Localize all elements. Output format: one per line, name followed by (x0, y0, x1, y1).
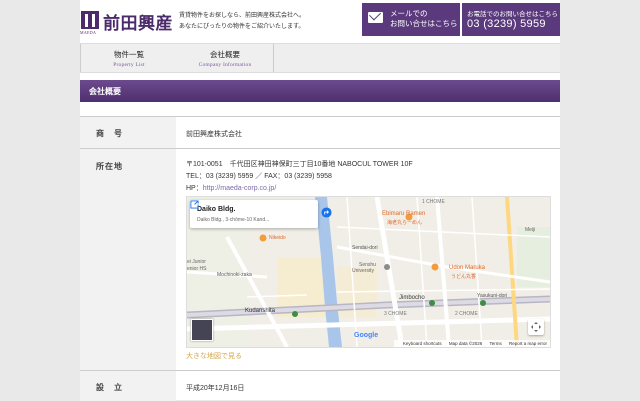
tagline-line-1: 賃貸物件をお探しなら、前田興産株式会社へ。 (179, 13, 306, 19)
site-logo[interactable]: MAEDA 前田興産 (80, 8, 173, 35)
map-label-junior: ei Junior (187, 259, 206, 265)
info-row-name: 商 号 前田興産株式会社 (80, 116, 560, 149)
map-label-sendai: Sendai-dori (352, 245, 378, 251)
map-label-junior-2: enior HS (187, 266, 207, 272)
nav-item-property-list[interactable]: 物件一覧 Property List (80, 44, 178, 72)
nav-label-en: Property List (113, 62, 145, 68)
map-footer-keyboard[interactable]: Keyboard shortcuts (403, 341, 442, 346)
move-arrows-icon (531, 322, 541, 332)
google-logo: Google (354, 332, 378, 339)
nav-label-jp: 物件一覧 (114, 50, 144, 59)
company-name-value: 前田興産株式会社 (186, 131, 242, 138)
map-label-kudanshita: Kudanshita (245, 308, 276, 314)
map-label-udon-jp: うどん丸香 (451, 274, 477, 280)
larger-map-link[interactable]: 大きな地図で見る (186, 351, 242, 361)
info-row-established: 設 立 平成20年12月16日 (80, 370, 560, 401)
main-nav: 物件一覧 Property List 会社概要 Company Informat… (80, 43, 560, 73)
map-label-meiji: Meiji (525, 227, 536, 233)
map-label-2-chome: 2 CHOME (455, 311, 478, 317)
map-label-3-chome: 3 CHOME (384, 311, 407, 317)
tagline: 賃貸物件をお探しなら、前田興産株式会社へ。 あなたにぴったりの物件をご紹介いたし… (179, 11, 305, 33)
mail-line-2: お問い合せはこちら (390, 19, 458, 28)
google-logo-text: Google (354, 332, 379, 339)
logo-subtext: MAEDA (80, 30, 97, 35)
map-footer-data: Map data ©2026 (448, 341, 483, 346)
row-label-cell: 所在地 (80, 149, 176, 371)
mail-contact-button[interactable]: メールでの お問い合せはこちら (362, 3, 460, 36)
nav-label-jp: 会社概要 (210, 50, 240, 59)
section-title-bar: 会社概要 (80, 80, 560, 102)
map-footer-report[interactable]: Report a map error (509, 341, 547, 346)
map-label-nikeido: Nikeido (269, 235, 286, 241)
tel-contact-box: お電話でのお問い合せはこちら 03 (3239) 5959 (462, 3, 560, 36)
place-card-address: Daiko Bldg., 3-chōme-10 Kand... (197, 217, 270, 223)
place-card-title: Daiko Bldg. (197, 206, 236, 213)
map-label-1-chome: 1 CHOME (422, 199, 445, 205)
tagline-line-2: あなたにぴったりの物件をご紹介いたします。 (179, 24, 305, 30)
row-label-name: 商 号 (96, 129, 123, 138)
mail-contact-label: メールでの お問い合せはこちら (390, 9, 458, 29)
map-label-ebimaru-jp: 海老丸らーめん (387, 220, 423, 226)
map-label-udon: Udon Maruka (449, 265, 486, 271)
nav-item-company-info[interactable]: 会社概要 Company Information (177, 44, 274, 72)
hp-link[interactable]: http://maeda-corp.co.jp/ (203, 185, 277, 192)
mail-line-1: メールでの (390, 9, 428, 18)
logo-text: 前田興産 (103, 14, 173, 33)
row-label-cell: 商 号 (80, 117, 176, 149)
map-label-mochinoki: Mochinoki-zaka (217, 272, 252, 278)
tel-number[interactable]: 03 (3239) 5959 (467, 18, 546, 30)
open-in-maps-icon[interactable] (190, 200, 199, 209)
logo-mark-icon (81, 11, 99, 29)
hp-label: HP： (186, 185, 203, 192)
map-label-jimbocho: Jimbocho (399, 295, 425, 301)
map-place-card[interactable]: Daiko Bldg. Daiko Bldg., 3-chōme-10 Kand… (190, 200, 318, 228)
satellite-toggle-thumbnail[interactable] (191, 319, 213, 341)
page-container: MAEDA 前田興産 賃貸物件をお探しなら、前田興産株式会社へ。 あなたにぴった… (80, 0, 560, 401)
established-value: 平成20年12月16日 (186, 385, 245, 392)
directions-icon[interactable] (321, 207, 332, 218)
row-label-address: 所在地 (96, 162, 123, 171)
embedded-map[interactable]: Daiko Bldg. Daiko Bldg., 3-chōme-10 Kand… (186, 196, 551, 348)
hp-line: HP：http://maeda-corp.co.jp/ (186, 183, 413, 195)
tel-label: お電話でのお問い合せはこちら (467, 11, 558, 18)
site-header: MAEDA 前田興産 賃貸物件をお探しなら、前田興産株式会社へ。 あなたにぴった… (80, 0, 560, 40)
camera-control-button[interactable] (528, 319, 544, 335)
info-row-address: 所在地 〒101-0051 千代田区神田神保町三丁目10番地 NABOCUL T… (80, 148, 560, 371)
row-label-established: 設 立 (96, 383, 123, 392)
map-label-yasukuni: Yasukuni-dori (477, 293, 508, 299)
tel-fax-line: TEL：03 (3239) 5959 ／ FAX：03 (3239) 5958 (186, 173, 332, 180)
map-footer: Keyboard shortcuts Map data ©2026 Terms … (393, 340, 550, 347)
address-block: 〒101-0051 千代田区神田神保町三丁目10番地 NABOCUL TOWER… (186, 159, 413, 195)
map-label-ebimaru: Ebimaru Ramen (382, 211, 426, 217)
map-label-senshu-2: University (352, 268, 374, 274)
nav-label-en: Company Information (198, 62, 252, 68)
address-line: 〒101-0051 千代田区神田神保町三丁目10番地 NABOCUL TOWER… (186, 161, 413, 168)
section-title: 会社概要 (89, 87, 121, 96)
envelope-icon (368, 12, 383, 23)
map-footer-terms[interactable]: Terms (489, 341, 501, 346)
row-label-cell: 設 立 (80, 371, 176, 401)
